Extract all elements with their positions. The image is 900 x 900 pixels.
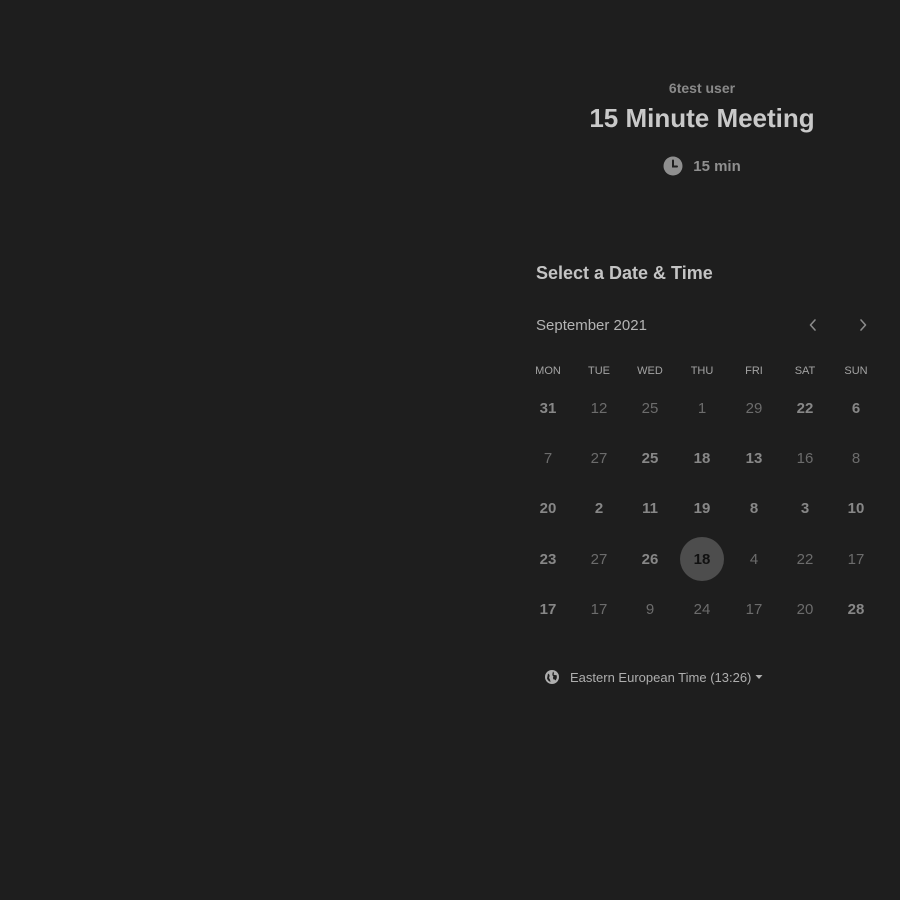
available-day[interactable]: 31 bbox=[526, 386, 570, 430]
unavailable-day: 9 bbox=[645, 600, 655, 618]
timezone-label: Eastern European Time (13:26) bbox=[570, 669, 752, 685]
chevron-right-icon bbox=[858, 318, 868, 337]
scheduling-panel: 6test user 15 Minute Meeting 15 min Sele… bbox=[522, 0, 882, 900]
unavailable-day: 17 bbox=[590, 600, 608, 618]
unavailable-day: 29 bbox=[745, 399, 763, 417]
available-day[interactable]: 22 bbox=[783, 386, 827, 430]
weekday-tue: TUE bbox=[588, 365, 610, 377]
unavailable-day: 27 bbox=[590, 449, 608, 467]
caret-down-icon bbox=[755, 674, 763, 680]
weekday-sun: SUN bbox=[844, 365, 868, 377]
unavailable-day: 20 bbox=[796, 600, 814, 618]
available-day[interactable]: 11 bbox=[628, 486, 672, 530]
unavailable-day: 24 bbox=[693, 600, 711, 618]
available-day[interactable]: 25 bbox=[628, 436, 672, 480]
available-day[interactable]: 23 bbox=[526, 537, 570, 581]
month-navigation: September 2021 bbox=[536, 316, 882, 338]
unavailable-day: 4 bbox=[749, 550, 759, 568]
timezone-selector[interactable]: Eastern European Time (13:26) bbox=[544, 669, 763, 685]
chevron-left-icon bbox=[808, 318, 818, 337]
available-day[interactable]: 10 bbox=[834, 486, 878, 530]
available-day[interactable]: 28 bbox=[834, 587, 878, 631]
unavailable-day: 17 bbox=[847, 550, 865, 568]
calendar-grid: 31 12 25 1 29 22 6 7 27 25 18 13 16 8 20 2 11 19 8 3 10 23 27 2… bbox=[522, 383, 882, 633]
event-duration: 15 min bbox=[522, 156, 882, 176]
unavailable-day: 16 bbox=[796, 449, 814, 467]
host-name: 6test user bbox=[668, 80, 736, 96]
available-day[interactable]: 6 bbox=[834, 386, 878, 430]
unavailable-day: 8 bbox=[851, 449, 861, 467]
available-day[interactable]: 2 bbox=[577, 486, 621, 530]
unavailable-day: 17 bbox=[745, 600, 763, 618]
previous-month-button[interactable] bbox=[802, 316, 824, 338]
unavailable-day: 25 bbox=[641, 399, 659, 417]
available-day[interactable]: 19 bbox=[680, 486, 724, 530]
unavailable-day: 12 bbox=[590, 399, 608, 417]
weekday-thu: THU bbox=[690, 365, 714, 377]
weekday-wed: WED bbox=[637, 365, 663, 377]
weekday-header: MON TUE WED THU FRI SAT SUN bbox=[522, 365, 882, 381]
available-day[interactable]: 26 bbox=[628, 537, 672, 581]
weekday-mon: MON bbox=[535, 365, 561, 377]
unavailable-day: 1 bbox=[697, 399, 707, 417]
available-day[interactable]: 3 bbox=[783, 486, 827, 530]
section-heading: Select a Date & Time bbox=[536, 263, 713, 283]
selected-day[interactable]: 18 bbox=[680, 537, 724, 581]
unavailable-day: 22 bbox=[796, 550, 814, 568]
next-month-button[interactable] bbox=[852, 316, 874, 338]
clock-icon bbox=[663, 156, 683, 176]
unavailable-day: 27 bbox=[590, 550, 608, 568]
event-title: 15 Minute Meeting bbox=[589, 103, 815, 133]
timezone-dropdown[interactable]: Eastern European Time (13:26) bbox=[570, 670, 763, 685]
weekday-fri: FRI bbox=[745, 365, 763, 377]
month-label: September 2021 bbox=[536, 317, 647, 334]
available-day[interactable]: 20 bbox=[526, 486, 570, 530]
available-day[interactable]: 8 bbox=[732, 486, 776, 530]
weekday-sat: SAT bbox=[794, 365, 816, 377]
available-day[interactable]: 18 bbox=[680, 436, 724, 480]
duration-label: 15 min bbox=[693, 157, 741, 175]
available-day[interactable]: 17 bbox=[526, 587, 570, 631]
unavailable-day: 7 bbox=[543, 449, 553, 467]
globe-icon bbox=[544, 669, 560, 685]
available-day[interactable]: 13 bbox=[732, 436, 776, 480]
